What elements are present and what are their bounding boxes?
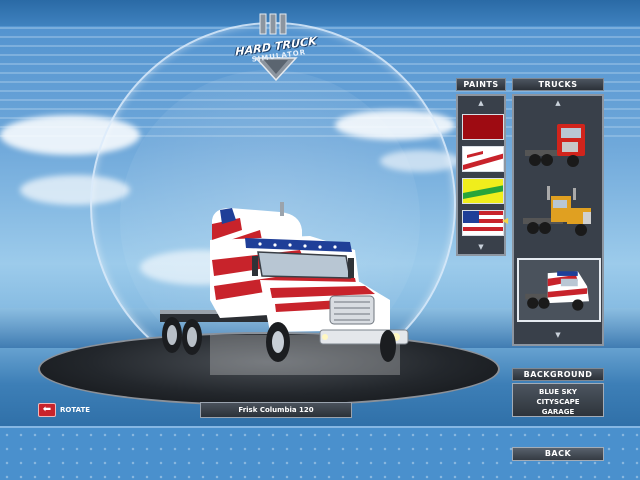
- truck-name-label: Frisk Columbia 120: [200, 402, 352, 418]
- trucks-scroll-down-arrow-icon[interactable]: ▼: [514, 332, 602, 339]
- rotate-button[interactable]: ⬅ ROTATE: [38, 402, 90, 418]
- paints-header: PAINTS: [456, 78, 506, 91]
- paint-swatch-us-flag[interactable]: [462, 210, 504, 236]
- trucks-scroll-up-arrow-icon[interactable]: ▲: [514, 100, 602, 107]
- rotate-arrow-icon[interactable]: ⬅: [38, 403, 56, 417]
- background-option-cityscape[interactable]: CITYSCAPE: [513, 397, 603, 407]
- paint-swatch-yellow-green[interactable]: [462, 178, 504, 204]
- paints-panel: ▲ ◀ ▼: [456, 94, 509, 256]
- paint-swatch-red-stripes[interactable]: [462, 146, 504, 172]
- paints-scroll-down-arrow-icon[interactable]: ▼: [458, 244, 504, 251]
- back-button[interactable]: BACK: [512, 447, 604, 461]
- background-option-blue-sky[interactable]: BLUE SKY: [513, 387, 603, 397]
- truck-option-flag-freightliner[interactable]: [517, 258, 601, 322]
- truck-option-red-cabover[interactable]: [517, 114, 601, 178]
- trucks-header: TRUCKS: [512, 78, 604, 91]
- game-logo: HARD TRUCK SIMULATOR: [226, 12, 326, 84]
- background-option-garage[interactable]: GARAGE: [513, 407, 603, 417]
- truck-option-orange-conventional[interactable]: [517, 184, 601, 248]
- selected-paint-pointer-icon: ◀: [502, 216, 509, 225]
- rotate-label: ROTATE: [60, 406, 91, 414]
- trucks-panel: ▲ ▼: [512, 94, 604, 346]
- background-options: BLUE SKY CITYSCAPE GARAGE: [512, 383, 604, 417]
- selected-truck-model[interactable]: [150, 200, 420, 390]
- background-header: BACKGROUND: [512, 368, 604, 381]
- paint-swatch-dark-red[interactable]: [462, 114, 504, 140]
- paints-scroll-up-arrow-icon[interactable]: ▲: [458, 100, 504, 107]
